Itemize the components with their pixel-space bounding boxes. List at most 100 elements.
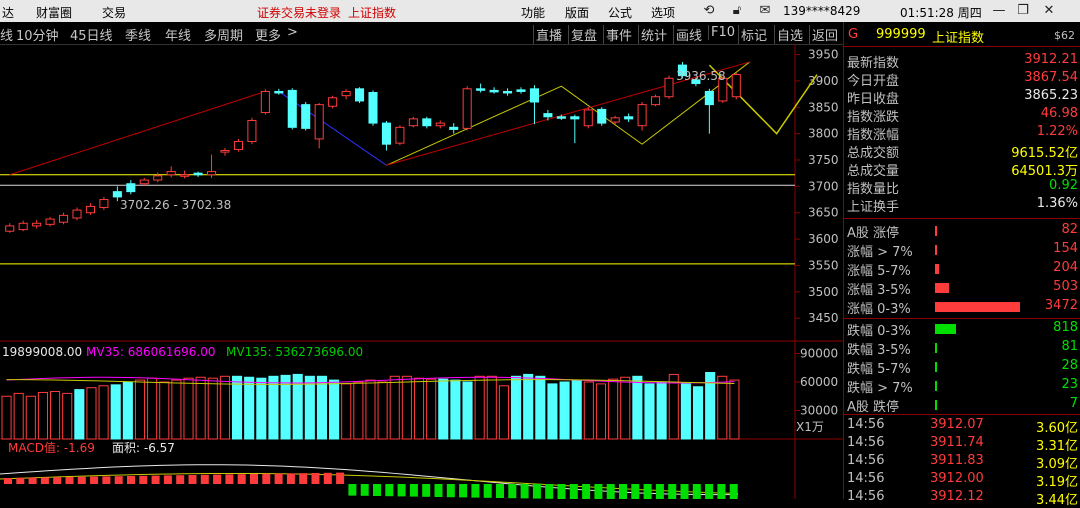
candle-body[interactable] [139,179,149,185]
volume-bar[interactable] [729,379,740,440]
volume-bar[interactable] [13,392,24,440]
btn-draw[interactable]: 画线 [673,25,702,44]
volume-bar[interactable] [268,375,279,440]
volume-bar[interactable] [207,377,218,440]
period-more[interactable]: 更多 [255,25,281,44]
candle-body[interactable] [395,126,405,144]
candle-body[interactable] [72,209,82,219]
close-icon[interactable]: ✕ [1040,2,1058,20]
lock-icon[interactable]: 🔓︎ [728,2,746,20]
volume-bar[interactable] [377,381,388,440]
candle-body[interactable] [126,183,136,193]
candle-body[interactable] [301,104,311,129]
chevron-right-icon[interactable]: > [287,25,298,40]
candle-body[interactable] [543,113,553,118]
volume-bar[interactable] [680,383,691,440]
volume-bar[interactable] [74,389,85,440]
volume-bar[interactable] [280,374,291,440]
volume-bar[interactable] [389,375,400,440]
breadth-row[interactable]: 跌幅 0-3% 818 [844,320,1080,339]
breadth-row[interactable]: 涨幅 5-7% 204 [844,260,1080,279]
period-multi[interactable]: 多周期 [204,25,243,44]
volume-bar[interactable] [353,381,364,440]
candle-body[interactable] [274,90,284,94]
volume-bar[interactable] [717,375,728,440]
minimize-icon[interactable]: — [990,2,1008,20]
volume-bar[interactable] [608,378,619,440]
candle-body[interactable] [637,104,647,127]
volume-bar[interactable] [632,375,643,440]
volume-bar[interactable] [195,376,206,440]
breadth-row[interactable]: 涨幅 3-5% 503 [844,279,1080,298]
period-line[interactable]: 线 [0,25,13,44]
period-year[interactable]: 年线 [165,25,191,44]
candle-body[interactable] [193,172,203,176]
volume-bar[interactable] [1,395,12,440]
candle-body[interactable] [368,92,378,124]
tick-row[interactable]: 14:56 3912.00 3.19亿 [844,471,1080,490]
menu-item-partial[interactable]: 达 [2,4,14,21]
volume-bar[interactable] [559,381,570,440]
candle-body[interactable] [5,225,15,232]
restore-icon[interactable]: ❐ [1014,2,1032,20]
period-quarter[interactable]: 季线 [125,25,151,44]
tick-row[interactable]: 14:56 3911.74 3.31亿 [844,435,1080,454]
btn-stats[interactable]: 统计 [638,25,667,44]
volume-bar[interactable] [401,375,412,440]
volume-bar[interactable] [438,378,449,440]
volume-bar[interactable] [341,383,352,440]
volume-bar[interactable] [122,381,133,440]
volume-bar[interactable] [595,383,607,440]
volume-bar[interactable] [98,385,109,440]
candle-body[interactable] [314,104,324,140]
candle-body[interactable] [153,175,163,181]
candle-body[interactable] [32,222,42,227]
volume-bar[interactable] [523,373,534,440]
menu-item-formula[interactable]: 公式 [608,4,632,21]
candle-body[interactable] [220,150,230,153]
breadth-row[interactable]: A股 跌停 7 [844,396,1080,415]
volume-bar[interactable] [110,384,121,440]
candle-body[interactable] [664,77,674,98]
candle-body[interactable] [247,119,257,143]
candle-body[interactable] [731,74,741,98]
btn-mark[interactable]: 标记 [738,25,767,44]
candle-body[interactable] [99,199,109,208]
candle-body[interactable] [355,88,365,102]
kline-chart[interactable]: 3450350035503600365037003750380038503900… [0,44,843,502]
btn-f10[interactable]: F10 [708,25,735,40]
candle-body[interactable] [529,88,539,103]
volume-bar[interactable] [365,379,376,440]
volume-bar[interactable] [147,377,158,440]
tick-row[interactable]: 14:56 3912.12 3.44亿 [844,489,1080,508]
volume-bar[interactable] [692,386,704,440]
volume-bar[interactable] [329,379,340,440]
refresh-icon[interactable]: ⟲ [700,2,718,20]
candle-body[interactable] [476,88,486,91]
volume-bar[interactable] [668,373,679,440]
candle-body[interactable] [233,141,243,150]
candle-body[interactable] [516,89,526,92]
candle-body[interactable] [260,90,270,114]
candle-body[interactable] [166,171,176,176]
btn-review[interactable]: 复盘 [568,25,597,44]
candle-body[interactable] [704,90,714,106]
volume-bar[interactable] [450,379,461,440]
volume-bar[interactable] [25,395,36,440]
volume-bar[interactable] [171,379,182,440]
menu-item-layout[interactable]: 版面 [565,4,589,21]
volume-bar[interactable] [413,377,425,440]
volume-bar[interactable] [547,383,558,440]
volume-bar[interactable] [62,392,73,440]
tick-row[interactable]: 14:56 3912.07 3.60亿 [844,417,1080,436]
volume-bar[interactable] [498,385,509,440]
volume-bar[interactable] [620,376,631,440]
chart-area[interactable]: 3450 3500 3550 3600 3650 3700 3750 3800 3850 3900… [0,44,843,502]
user-phone[interactable]: 139****8429 [783,4,860,18]
candle-body[interactable] [449,126,459,130]
candle-body[interactable] [328,97,338,107]
menu-item-function[interactable]: 功能 [521,4,545,21]
candle-body[interactable] [381,122,391,145]
candle-body[interactable] [624,116,634,120]
candle-body[interactable] [180,174,190,177]
